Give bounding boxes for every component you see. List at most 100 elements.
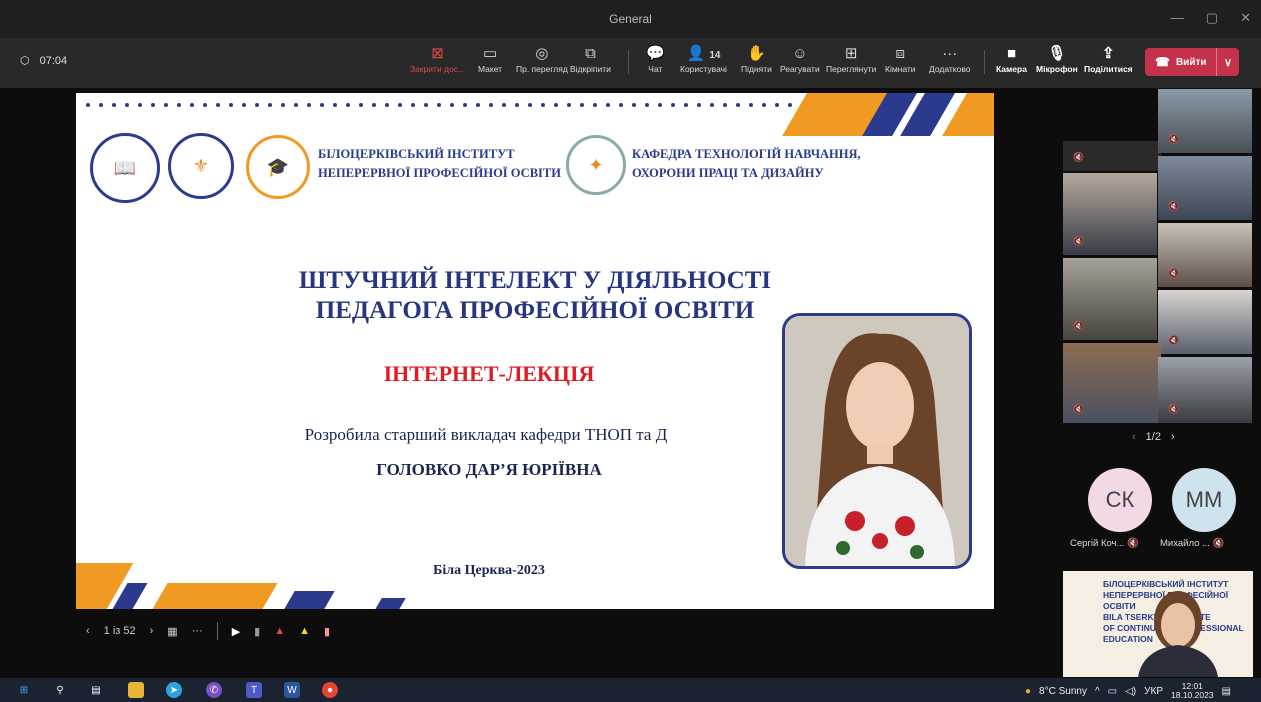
org-name-2: КАФЕДРА ТЕХНОЛОГІЙ НАВЧАННЯ, ОХОРОНИ ПРА… <box>632 145 861 183</box>
avatar[interactable]: СК <box>1088 468 1152 532</box>
shared-slide: 📖 ⚜ 🎓 БІЛОЦЕРКІВСЬКИЙ ІНСТИТУТ НЕПЕРЕРВН… <box>76 93 994 609</box>
mic-label: Мікрофон <box>1036 64 1078 74</box>
more-options-icon[interactable]: ··· <box>192 625 203 637</box>
next-slide-icon[interactable]: › <box>150 625 154 637</box>
view-grid-button[interactable]: ⊞ Переглянути <box>826 44 876 74</box>
layout-label: Макет <box>478 64 503 74</box>
react-button[interactable]: ☺ Реагувати <box>780 44 820 74</box>
mic-muted-icon: 🔇 <box>1168 134 1180 144</box>
volume-icon[interactable]: ◁) <box>1125 686 1136 697</box>
minimize-icon[interactable]: — <box>1171 10 1184 26</box>
presenter-video-tile[interactable]: БІЛОЦЕРКІВСЬКИЙ ІНСТИТУТ НЕПЕРЕРВНОЇ ПРО… <box>1063 571 1253 677</box>
mic-muted-icon: 🔇 <box>1168 268 1180 278</box>
camera-button[interactable]: ■ Камера <box>996 44 1027 74</box>
more-label: Додатково <box>929 64 971 74</box>
rooms-button[interactable]: ⧈ Кімнати <box>885 44 916 74</box>
people-button[interactable]: 👤 14 Користувачі <box>680 44 727 74</box>
tray-chevron-icon[interactable]: ^ <box>1095 686 1100 697</box>
title-bar: General <box>0 0 1261 38</box>
close-icon[interactable]: ✕ <box>1240 10 1251 26</box>
presenter-silhouette <box>1138 591 1218 677</box>
raise-hand-button[interactable]: ✋ Підняти <box>741 44 772 74</box>
chevron-left-icon[interactable]: ‹ <box>1132 431 1136 443</box>
chat-button[interactable]: 💬 Чат <box>646 44 665 74</box>
people-icon: 👤 14 <box>686 45 721 62</box>
org-name-2-line1: КАФЕДРА ТЕХНОЛОГІЙ НАВЧАННЯ, <box>632 147 861 161</box>
timer-text: 07:04 <box>39 54 68 67</box>
telegram-icon[interactable]: ➤ <box>166 682 182 698</box>
highlighter-icon[interactable]: ▲ <box>299 625 310 637</box>
university-logo-icon: 📖 <box>90 133 160 203</box>
word-icon[interactable]: W <box>284 682 300 698</box>
chevron-down-icon[interactable]: ∨ <box>1217 56 1239 69</box>
org-name-1-line2: НЕПЕРЕРВНОЇ ПРОФЕСІЙНОЇ ОСВІТИ <box>318 166 561 180</box>
author-name: ГОЛОВКО ДАР’Я ЮРІЇВНА <box>376 460 602 479</box>
lecture-label: ІНТЕРНЕТ-ЛЕКЦІЯ <box>383 361 595 386</box>
author-photo <box>782 313 972 569</box>
share-button[interactable]: ⇪ Поділитися <box>1084 44 1133 74</box>
pager-text: 1/2 <box>1145 431 1161 443</box>
meeting-timer: ⬡ 07:04 <box>20 54 68 68</box>
prev-slide-icon[interactable]: ‹ <box>86 625 90 637</box>
mic-muted-icon: 🔇 <box>1212 538 1225 549</box>
leave-label: Вийти <box>1175 56 1207 68</box>
participant-tile[interactable]: 🔇 <box>1158 89 1252 153</box>
mic-button[interactable]: 🎙 Мікрофон <box>1036 44 1078 74</box>
people-label: Користувачі <box>680 64 727 74</box>
network-icon[interactable]: ▭ <box>1108 686 1117 697</box>
mic-muted-icon: 🔇 <box>1073 404 1085 414</box>
participant-tile[interactable]: 🔇 <box>1063 141 1161 171</box>
pen-red-icon[interactable]: ▲ <box>274 625 285 637</box>
mic-muted-icon: 🔇 <box>1073 236 1085 246</box>
toolbar-divider <box>984 50 985 74</box>
pointer-icon[interactable]: ▶ <box>232 625 240 638</box>
camera-label: Камера <box>996 64 1027 74</box>
chrome-icon[interactable]: ● <box>322 682 338 698</box>
participant-tile[interactable]: 🔇 <box>1158 223 1252 287</box>
stop-sharing-label: Закрити дос... <box>410 64 466 74</box>
pop-out-button[interactable]: ⧉ Відкріпити <box>570 44 611 74</box>
avatar[interactable]: ММ <box>1172 468 1236 532</box>
clock-date: 18.10.2023 <box>1171 690 1214 700</box>
search-icon[interactable]: ⚲ <box>52 682 68 698</box>
clock[interactable]: 12:01 18.10.2023 <box>1171 682 1214 700</box>
author-line: Розробила старший викладач кафедри ТНОП … <box>304 425 668 444</box>
pop-out-icon: ⧉ <box>585 45 596 62</box>
participant-tile[interactable]: 🔇 <box>1063 173 1157 255</box>
participant-name: Михайло ... 🔇 <box>1160 538 1224 549</box>
avatar-initials: СК <box>1105 487 1135 512</box>
thumbnails-icon[interactable]: ▦ <box>167 625 177 638</box>
stop-sharing-button[interactable]: ⊠ Закрити дос... <box>410 44 465 74</box>
pen-gray-icon[interactable]: ▮ <box>254 625 260 638</box>
task-view-icon[interactable]: ▤ <box>88 682 104 698</box>
view-button[interactable]: ◎ Пр. перегляд <box>516 44 568 74</box>
participants-pager: ‹ 1/2 › <box>1132 431 1175 443</box>
participant-tile[interactable]: 🔇 <box>1158 156 1252 220</box>
participant-tile[interactable]: 🔇 <box>1158 290 1252 354</box>
leave-button[interactable]: ☎ Вийти ∨ <box>1145 48 1239 76</box>
language-indicator[interactable]: УКР <box>1144 686 1163 697</box>
windows-start-icon[interactable]: ⊞ <box>16 682 32 698</box>
chevron-right-icon[interactable]: › <box>1171 431 1175 443</box>
weather-icon: ● <box>1024 685 1032 697</box>
slide-title-line1: ШТУЧНИЙ ІНТЕЛЕКТ У ДІЯЛЬНОСТІ <box>298 267 772 294</box>
layout-button[interactable]: ▭ Макет <box>478 44 502 74</box>
rooms-icon: ⧈ <box>895 45 906 62</box>
rooms-label: Кімнати <box>885 64 916 74</box>
people-count: 14 <box>709 50 721 61</box>
notifications-icon[interactable]: ▤ <box>1222 686 1231 697</box>
participant-tile[interactable]: 🔇 <box>1063 258 1157 340</box>
teams-icon[interactable]: T <box>246 682 262 698</box>
city-year: Біла Церква-2023 <box>433 563 545 578</box>
participant-tile[interactable]: 🔇 <box>1063 343 1161 423</box>
view-grid-icon: ⊞ <box>844 45 858 62</box>
participant-tile[interactable]: 🔇 <box>1158 357 1252 423</box>
viber-icon[interactable]: ✆ <box>206 682 222 698</box>
phone-icon: ☎ <box>1155 55 1170 69</box>
react-label: Реагувати <box>780 64 820 74</box>
more-button[interactable]: ··· Додатково <box>929 44 970 74</box>
maximize-icon[interactable]: ▢ <box>1206 10 1218 26</box>
file-explorer-icon[interactable] <box>128 682 144 698</box>
weather-text[interactable]: 8°C Sunny <box>1039 686 1087 697</box>
eraser-icon[interactable]: ▮ <box>324 625 330 638</box>
